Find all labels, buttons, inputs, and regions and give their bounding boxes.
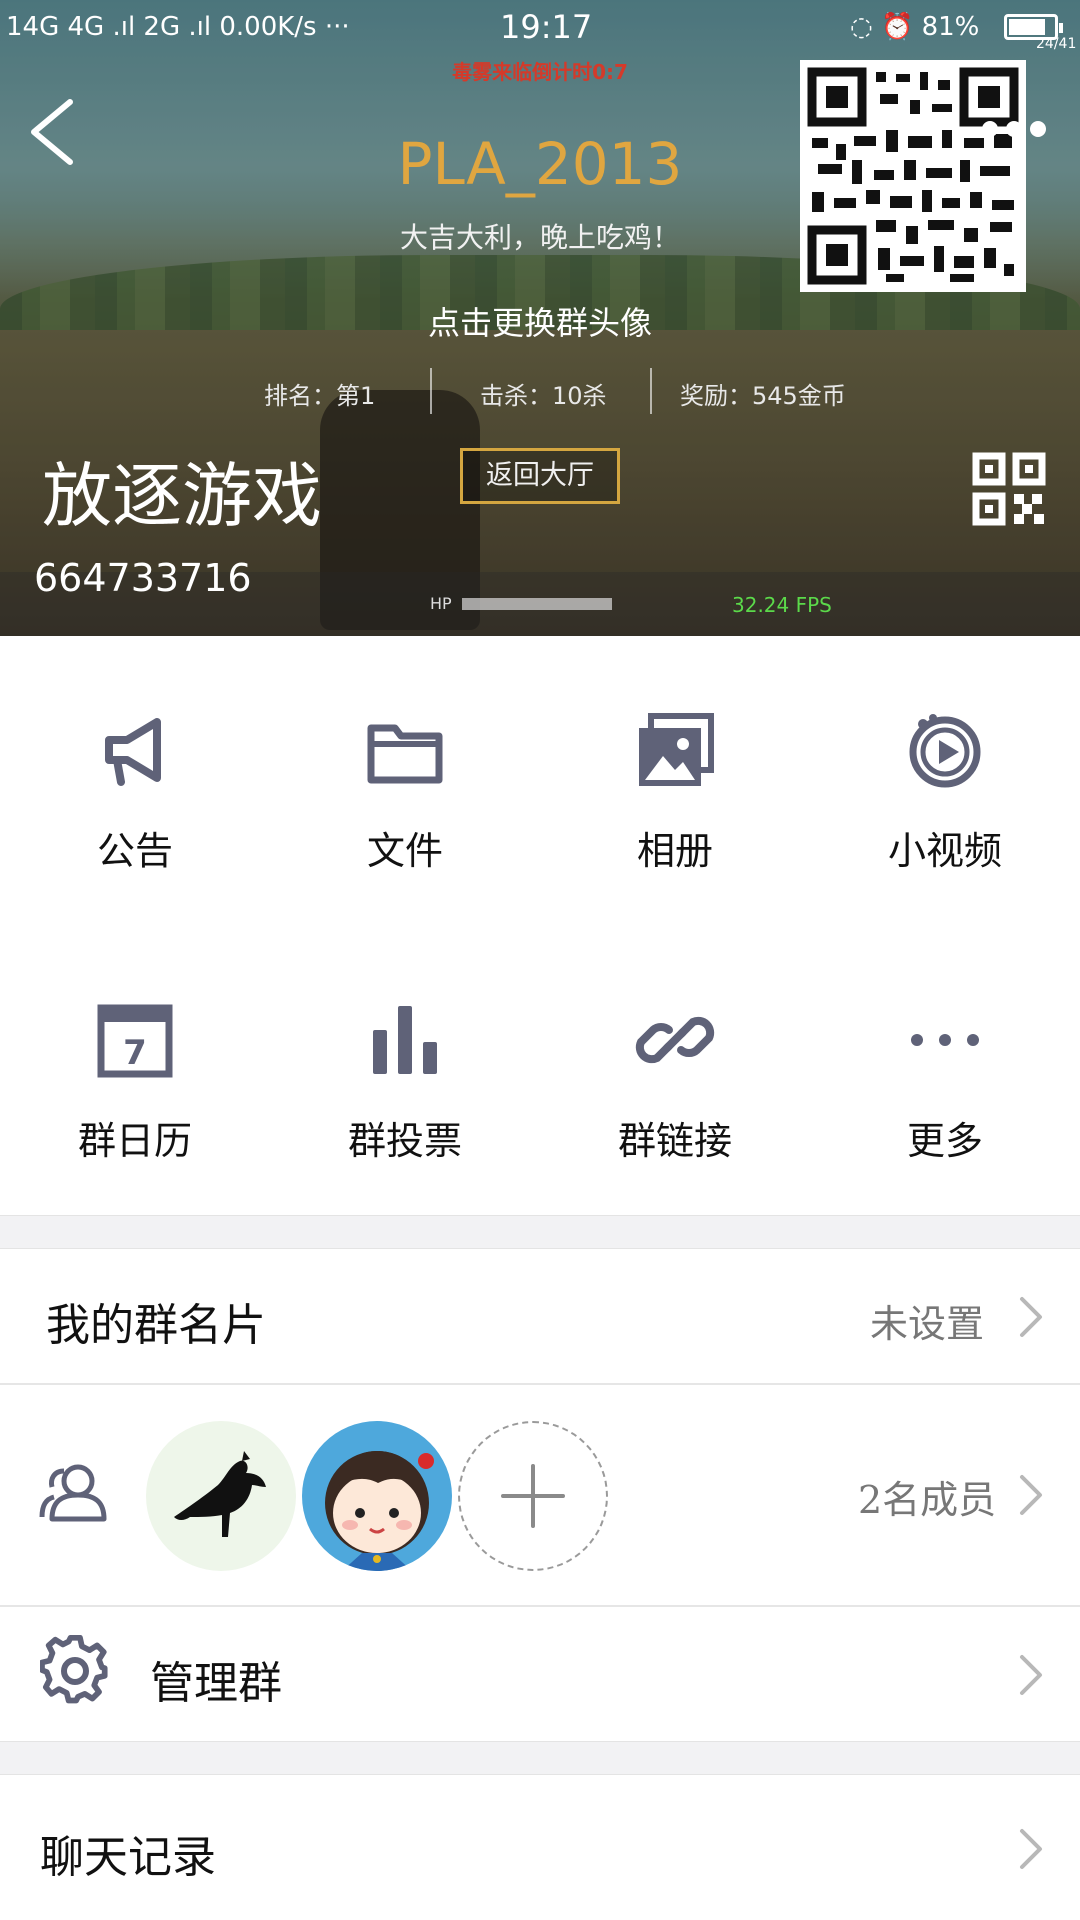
game-hp-bar <box>462 598 612 610</box>
stat-rank: 排名：第1 <box>264 382 376 410</box>
row-value: 未设置 <box>870 1302 985 1346</box>
feature-label: 群链接 <box>617 1119 732 1163</box>
chevron-right-icon <box>1020 1297 1042 1337</box>
video-icon <box>909 714 981 788</box>
group-id: 664733716 <box>34 556 252 600</box>
status-badge: 24/41 <box>1036 36 1077 52</box>
feature-label: 小视频 <box>887 829 1002 873</box>
section-divider <box>0 1215 1080 1249</box>
change-avatar-hint[interactable]: 点击更换群头像 <box>0 298 1080 344</box>
chat-history-row[interactable]: 聊天记录 <box>0 1775 1080 1915</box>
row-title: 管理群 <box>150 1658 282 1709</box>
my-group-card-row[interactable]: 我的群名片 未设置 <box>0 1249 1080 1383</box>
game-stats: 排名：第1 击杀：10杀 奖励：545金币 <box>236 368 856 414</box>
cat-avatar-image <box>174 1451 266 1537</box>
game-fps: 32.24 FPS <box>732 593 832 617</box>
plus-icon <box>501 1464 565 1528</box>
feature-label: 更多 <box>906 1119 983 1163</box>
more-options-button[interactable] <box>980 118 1048 140</box>
members-icon <box>39 1464 107 1522</box>
folder-icon <box>367 724 443 784</box>
qr-code-icon <box>972 452 1046 526</box>
stat-kills: 击杀：10杀 <box>480 382 607 410</box>
feature-label: 文件 <box>366 829 443 873</box>
chevron-right-icon <box>1020 1475 1042 1515</box>
game-hp-label: HP <box>430 594 452 613</box>
feature-label: 群日历 <box>77 1119 192 1163</box>
feature-album[interactable]: 相册 <box>540 670 810 930</box>
gear-icon <box>40 1635 108 1704</box>
manage-group-row[interactable]: 管理群 <box>0 1607 1080 1741</box>
calendar-icon: 7 <box>97 1004 173 1078</box>
feature-calendar[interactable]: 7 群日历 <box>0 960 270 1220</box>
qr-code-image <box>800 60 1026 292</box>
feature-short-video[interactable]: 小视频 <box>810 670 1080 930</box>
add-member-button[interactable] <box>458 1421 608 1571</box>
members-row[interactable]: 2名成员 <box>0 1385 1080 1605</box>
chevron-right-icon <box>1020 1655 1042 1695</box>
headset-icon: ◌ <box>850 12 873 42</box>
status-signal: 14G 4G .ıl 2G .ıl 0.00K/s ··· <box>6 12 350 42</box>
feature-announcement[interactable]: 公告 <box>0 670 270 930</box>
status-time: 19:17 <box>500 8 593 46</box>
chevron-left-icon <box>31 99 73 165</box>
feature-link[interactable]: 群链接 <box>540 960 810 1220</box>
megaphone-icon <box>105 718 161 786</box>
row-title: 我的群名片 <box>46 1300 266 1351</box>
member-count: 2名成员 <box>858 1478 997 1522</box>
section-divider <box>0 1741 1080 1775</box>
status-icons: ◌ ⏰ 81% <box>850 0 979 54</box>
game-return-button: 返回大厅 <box>460 448 620 504</box>
album-icon <box>639 713 714 786</box>
more-dots-icon <box>982 121 1046 137</box>
more-icon <box>911 1034 979 1046</box>
link-icon <box>635 1016 715 1064</box>
calendar-day: 7 <box>123 1033 147 1073</box>
stat-reward: 奖励：545金币 <box>680 382 846 410</box>
group-name: 放逐游戏 <box>42 455 322 537</box>
back-button[interactable] <box>24 96 84 168</box>
feature-label: 群投票 <box>347 1119 462 1163</box>
battery-percent: 81% <box>921 12 980 42</box>
girl-avatar-image <box>325 1451 434 1571</box>
group-qr-button[interactable] <box>972 452 1046 526</box>
member-avatar-1[interactable] <box>146 1421 296 1571</box>
feature-more[interactable]: 更多 <box>810 960 1080 1220</box>
row-title: 聊天记录 <box>40 1832 216 1883</box>
feature-files[interactable]: 文件 <box>270 670 540 930</box>
chevron-right-icon <box>1020 1829 1042 1869</box>
alarm-icon: ⏰ <box>880 12 914 42</box>
feature-vote[interactable]: 群投票 <box>270 960 540 1220</box>
feature-label: 相册 <box>636 829 713 873</box>
member-avatar-2[interactable] <box>302 1421 452 1571</box>
vote-icon <box>373 1006 437 1074</box>
feature-label: 公告 <box>96 829 173 873</box>
